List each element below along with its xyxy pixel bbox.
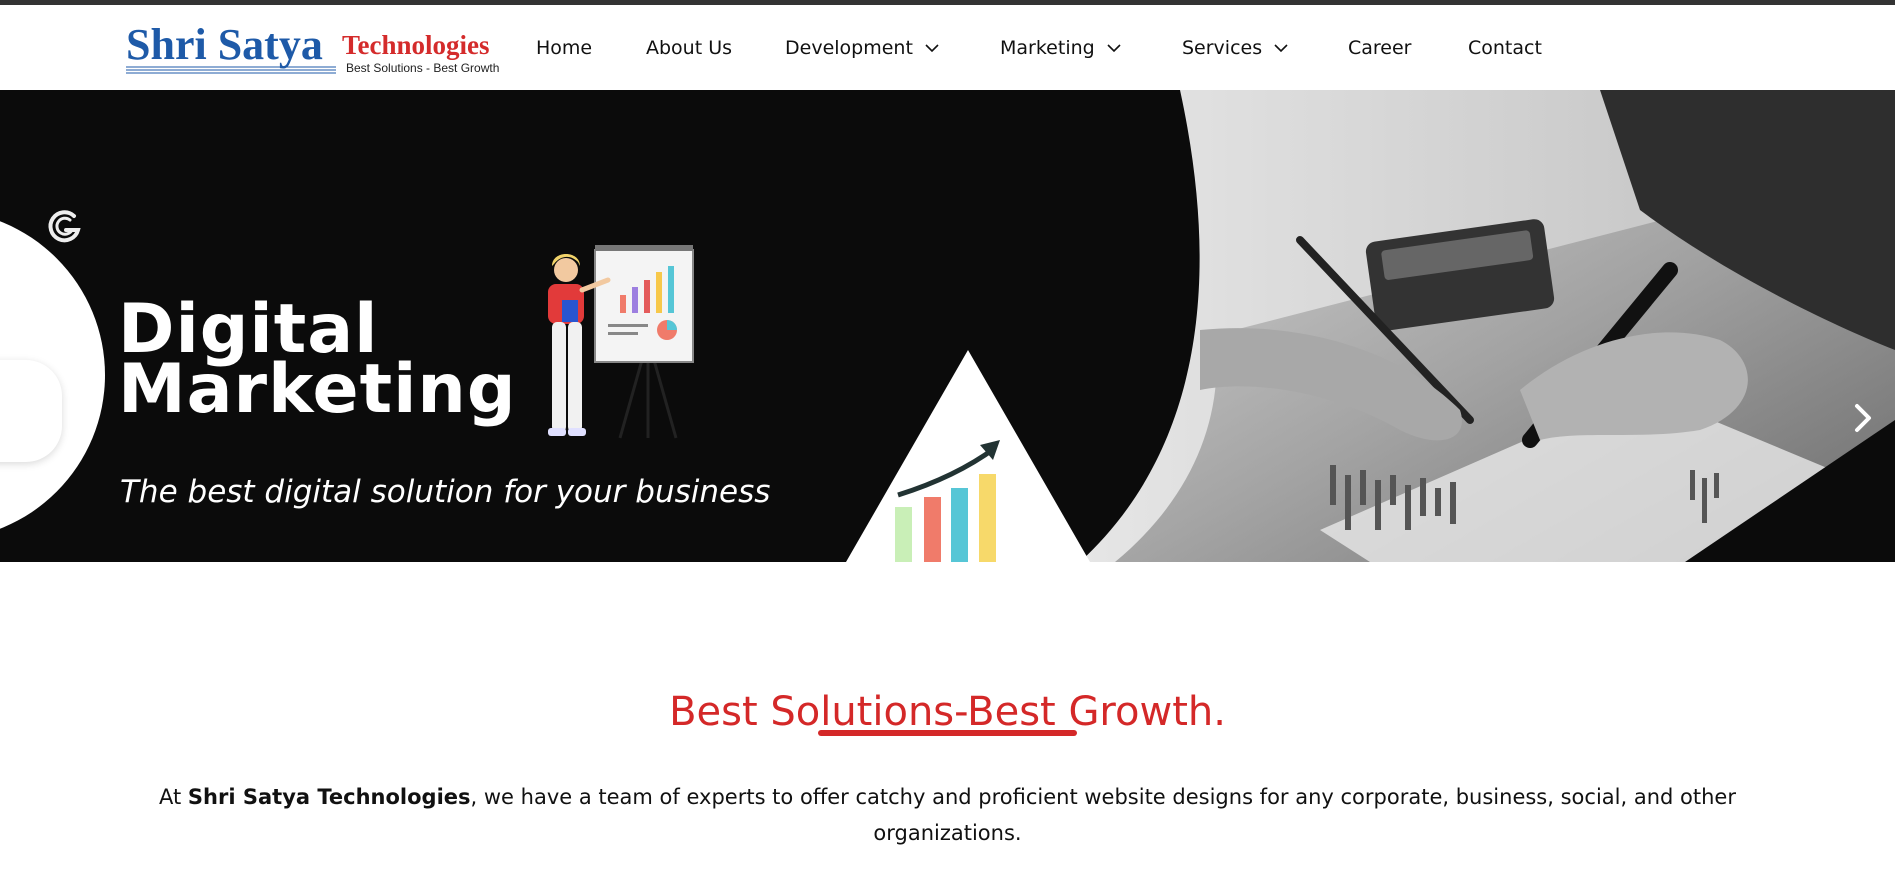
hero-subtitle: The best digital solution for your busin…: [120, 474, 771, 510]
hero-title-line2: Marketing: [118, 350, 517, 429]
brand-g-icon: [48, 210, 81, 243]
nav-career[interactable]: Career: [1348, 5, 1412, 90]
intro-prefix: At: [159, 785, 188, 809]
title-underline: [818, 730, 1077, 736]
intro-suffix: , we have a team of experts to offer cat…: [470, 785, 1736, 845]
nav-development[interactable]: Development: [785, 5, 939, 90]
nav-services[interactable]: Services: [1182, 5, 1288, 90]
intro-company-name: Shri Satya Technologies: [187, 785, 471, 809]
nav-marketing-label: Marketing: [1000, 36, 1095, 59]
logo-underline-lines: [126, 66, 336, 74]
hero-title: Digital Marketing: [118, 296, 517, 429]
nav-home[interactable]: Home: [536, 5, 592, 90]
logo-name-main: Shri Satya: [126, 20, 323, 69]
nav-home-label: Home: [536, 36, 593, 59]
chevron-down-icon: [1107, 43, 1121, 52]
chevron-down-icon: [925, 43, 939, 52]
nav-contact[interactable]: Contact: [1468, 5, 1542, 90]
hero-slider: Digital Marketing The best digital solut…: [0, 90, 1895, 562]
nav-contact-label: Contact: [1468, 36, 1542, 59]
nav-about-us[interactable]: About Us: [646, 5, 732, 90]
nav-services-label: Services: [1182, 36, 1263, 59]
section-title: Best Solutions-Best Growth.: [669, 689, 1226, 736]
nav-marketing[interactable]: Marketing: [1000, 5, 1121, 90]
logo-name-secondary: Technologies: [342, 30, 490, 60]
site-logo[interactable]: Shri Satya Technologies Best Solutions -…: [126, 20, 499, 77]
logo-tagline: Best Solutions - Best Growth: [346, 61, 500, 75]
nav-career-label: Career: [1348, 36, 1412, 59]
nav-about-us-label: About Us: [646, 36, 733, 59]
slider-next-icon[interactable]: [1848, 398, 1878, 438]
nav-development-label: Development: [785, 36, 913, 59]
site-header: Shri Satya Technologies Best Solutions -…: [0, 5, 1895, 90]
chevron-down-icon: [1274, 43, 1288, 52]
slider-prev-button[interactable]: [0, 360, 62, 462]
intro-paragraph: At Shri Satya Technologies, we have a te…: [140, 779, 1755, 851]
